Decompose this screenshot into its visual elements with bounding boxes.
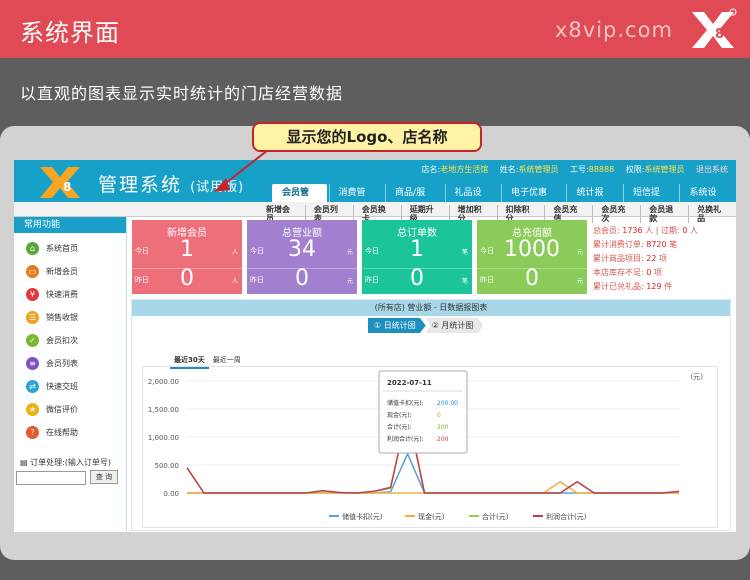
logo-callout: 显示您的Logo、店名称 bbox=[252, 122, 482, 152]
callout-arrow bbox=[214, 149, 269, 192]
